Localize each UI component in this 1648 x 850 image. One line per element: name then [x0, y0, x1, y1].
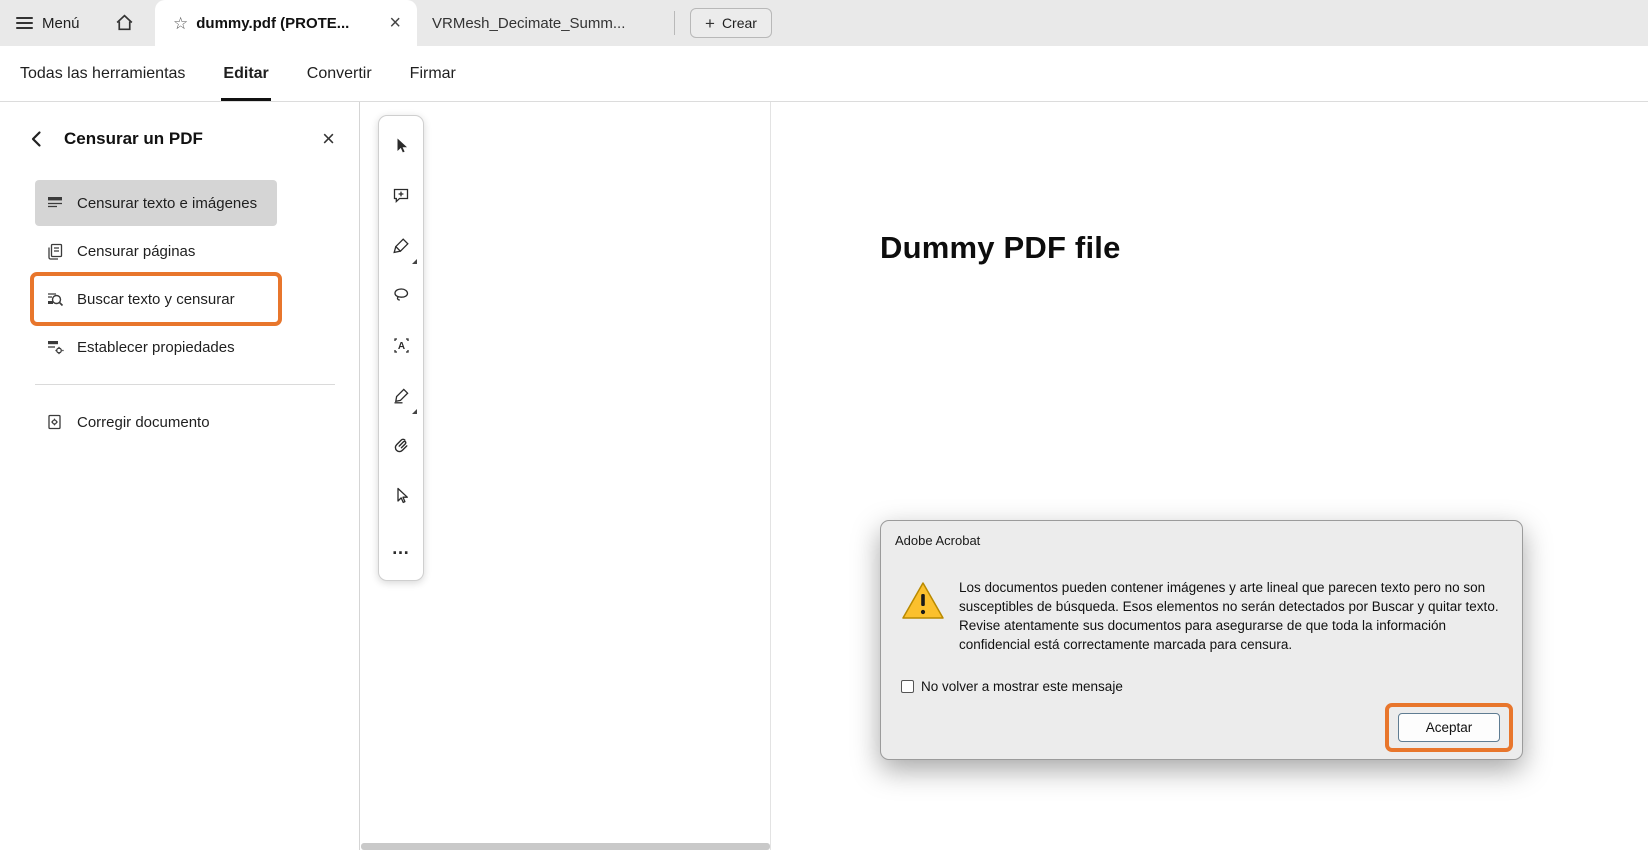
svg-text:A: A [397, 341, 404, 352]
select-tool[interactable] [378, 123, 424, 173]
arrow-tool[interactable] [378, 473, 424, 523]
tool-palette: A … [378, 115, 424, 581]
tab-close-icon[interactable]: × [385, 13, 405, 33]
dont-show-checkbox[interactable] [901, 680, 914, 693]
redact-pen-icon [392, 386, 411, 410]
text-frame-icon: A [392, 336, 411, 360]
tab-vrmesh[interactable]: VRMesh_Decimate_Summ... [420, 0, 670, 46]
search-redact-icon [45, 290, 64, 308]
create-button[interactable]: + Crear [690, 8, 772, 38]
lasso-tool[interactable] [378, 273, 424, 323]
sidebar-close-icon[interactable]: × [320, 128, 337, 150]
tab-dummy-pdf[interactable]: ☆ dummy.pdf (PROTE... × [155, 0, 417, 46]
more-tools[interactable]: … [378, 523, 424, 573]
attachment-tool[interactable] [378, 423, 424, 473]
nav-item-edit[interactable]: Editar [221, 46, 272, 101]
select-cursor-icon [392, 136, 411, 160]
adobe-acrobat-dialog: Adobe Acrobat Los documentos pueden cont… [880, 520, 1523, 760]
top-bar: Menú ☆ dummy.pdf (PROTE... × VRMesh_Deci… [0, 0, 1648, 46]
tab-label: VRMesh_Decimate_Summ... [432, 14, 626, 32]
pdf-document-title: Dummy PDF file [880, 230, 1121, 265]
redact-pen-tool[interactable] [378, 373, 424, 423]
more-tools-icon: … [391, 537, 411, 558]
sidebar-item-establecer-propiedades[interactable]: Establecer propiedades [35, 324, 277, 370]
dialog-message: Los documentos pueden contener imágenes … [959, 580, 1499, 652]
nav-item-convert[interactable]: Convertir [305, 46, 374, 101]
sidebar-item-buscar-texto[interactable]: Buscar texto y censurar [30, 272, 282, 326]
redact-text-icon [45, 194, 64, 212]
sidebar-item-censurar-paginas[interactable]: Censurar páginas [35, 228, 277, 274]
redact-pages-icon [45, 242, 64, 260]
hamburger-icon [16, 14, 33, 32]
arrow-cursor-icon [392, 486, 411, 510]
highlighter-icon [392, 236, 411, 260]
dont-show-again-row[interactable]: No volver a mostrar este mensaje [901, 679, 1123, 694]
back-button[interactable] [28, 128, 50, 150]
highlighter-tool[interactable] [378, 223, 424, 273]
sidebar-header: Censurar un PDF × [0, 102, 359, 150]
create-label: Crear [721, 15, 757, 31]
lasso-icon [392, 286, 411, 310]
menu-label: Menú [42, 14, 80, 32]
tab-separator [674, 11, 675, 35]
sidebar-item-label: Corregir documento [77, 413, 210, 431]
acrobat-window: Menú ☆ dummy.pdf (PROTE... × VRMesh_Deci… [0, 0, 1648, 850]
dialog-title: Adobe Acrobat [895, 533, 981, 548]
add-comment-tool[interactable] [378, 173, 424, 223]
text-frame-tool[interactable]: A [378, 323, 424, 373]
tab-label: dummy.pdf (PROTE... [196, 14, 350, 32]
page-edge-line [770, 102, 771, 850]
sidebar-item-label: Establecer propiedades [77, 338, 235, 356]
sidebar-item-corregir-documento[interactable]: Corregir documento [35, 399, 277, 445]
add-comment-icon [392, 186, 411, 210]
accept-button-annotation: Aceptar [1385, 703, 1513, 752]
redact-properties-icon [45, 338, 64, 356]
sidebar-item-censurar-texto[interactable]: Censurar texto e imágenes [35, 180, 277, 226]
horizontal-scrollbar[interactable] [361, 843, 770, 850]
redact-sidebar: Censurar un PDF × Censurar texto e imáge… [0, 102, 360, 850]
sidebar-title: Censurar un PDF [64, 129, 203, 148]
home-icon [114, 14, 135, 37]
accept-button[interactable]: Aceptar [1398, 713, 1500, 742]
sidebar-item-label: Censurar páginas [77, 242, 196, 260]
sidebar-list: Censurar texto e imágenes Censurar págin… [0, 180, 359, 445]
plus-icon: + [705, 13, 715, 33]
star-icon[interactable]: ☆ [173, 15, 188, 32]
tools-nav-bar: Todas las herramientas Editar Convertir … [0, 46, 1648, 102]
sidebar-item-label: Buscar texto y censurar [77, 290, 235, 308]
warning-icon [901, 581, 945, 626]
sidebar-divider [35, 384, 335, 385]
nav-item-sign[interactable]: Firmar [408, 46, 458, 101]
paperclip-icon [392, 436, 411, 460]
dont-show-label: No volver a mostrar este mensaje [921, 679, 1123, 694]
home-button[interactable] [114, 12, 135, 38]
nav-item-all-tools[interactable]: Todas las herramientas [18, 46, 187, 101]
fix-document-icon [45, 413, 64, 431]
sidebar-item-label: Censurar texto e imágenes [77, 194, 258, 212]
menu-button[interactable]: Menú [16, 0, 80, 46]
